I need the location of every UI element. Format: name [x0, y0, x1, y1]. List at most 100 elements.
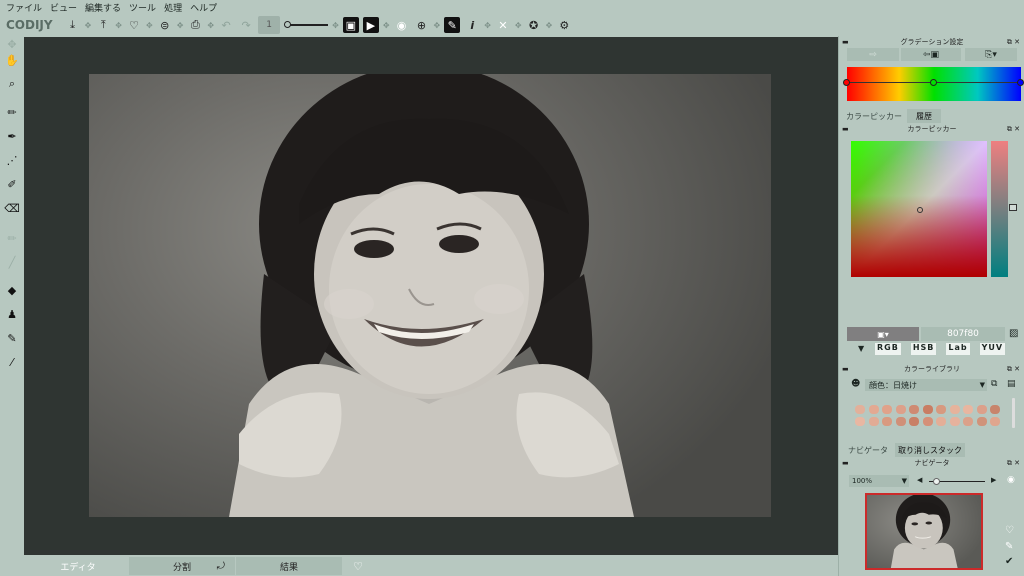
colorize-icon[interactable]: ♡ — [126, 17, 142, 33]
menu-help[interactable]: ヘルプ — [190, 1, 217, 14]
gradient-stop-blue[interactable] — [1017, 79, 1024, 86]
library-swatch[interactable] — [949, 405, 960, 414]
hand-tool-icon[interactable]: ✋ — [4, 52, 20, 68]
gradient-stop-green[interactable] — [930, 79, 937, 86]
library-list-icon[interactable]: ▤ — [1007, 379, 1016, 389]
menu-tools[interactable]: ツール — [129, 1, 156, 14]
swap-icon[interactable]: ⤾ — [217, 561, 225, 572]
gradient-add-icon[interactable]: ⇦▣ — [901, 48, 961, 61]
library-swatch[interactable] — [882, 405, 892, 414]
gradient-undo-button[interactable]: ⇨ — [847, 48, 899, 61]
disabled-line-icon[interactable]: ╱ — [4, 254, 20, 270]
color-slider-bar[interactable] — [991, 141, 1008, 277]
panel-float-close-icon[interactable]: ⧉ ✕ — [1007, 125, 1020, 134]
library-preset-select[interactable]: 顔色：日焼け ▼ — [865, 379, 987, 391]
library-swatch[interactable] — [868, 405, 879, 414]
mode-rgb-button[interactable]: RGB — [875, 343, 901, 355]
color-preview-swatch[interactable]: ▣▾ — [847, 327, 919, 341]
tab-split[interactable]: 分割 ⤾ — [129, 557, 235, 575]
library-swatch[interactable] — [990, 405, 1000, 414]
library-swatch[interactable] — [895, 405, 906, 414]
gradient-save-icon[interactable]: ⎘▾ — [965, 48, 1017, 61]
redo-icon[interactable]: ↷ — [238, 17, 254, 33]
brush-size-slider[interactable] — [284, 18, 329, 32]
zoom-slider-knob[interactable] — [933, 478, 940, 485]
color-picker-cursor[interactable] — [917, 207, 923, 213]
navigator-thumbnail[interactable] — [865, 493, 983, 570]
layers-icon[interactable]: ⊜ — [157, 17, 173, 33]
gradient-stop-red[interactable] — [843, 79, 850, 86]
panel-float-close-icon[interactable]: ⧉ ✕ — [1007, 365, 1020, 374]
menu-view[interactable]: ビュー — [50, 1, 77, 14]
edit-pencil-icon[interactable]: ✎ — [1005, 541, 1013, 552]
view-mode-icon[interactable]: ⊕ — [414, 17, 430, 33]
undo-icon[interactable]: ↶ — [218, 17, 234, 33]
zoom-select[interactable]: 100% ▼ — [849, 475, 909, 487]
tab-history[interactable]: 履歴 — [907, 109, 941, 123]
panel-float-close-icon[interactable]: ⧉ ✕ — [1007, 459, 1020, 468]
library-swatch[interactable] — [922, 405, 933, 414]
menu-process[interactable]: 処理 — [164, 1, 182, 14]
export-icon[interactable]: ⤒ — [95, 17, 111, 33]
compare-icon[interactable]: ♡ — [1005, 525, 1014, 536]
color-square[interactable] — [851, 141, 987, 277]
info-icon[interactable]: i — [464, 17, 480, 33]
library-swatch[interactable] — [855, 417, 865, 426]
hex-value-field[interactable]: 807f80 — [921, 327, 1005, 341]
library-swatch[interactable] — [990, 417, 1000, 426]
library-scrollbar[interactable] — [1012, 398, 1015, 428]
library-swatch[interactable] — [949, 417, 960, 426]
apply-check-icon[interactable]: ✔ — [1005, 556, 1013, 567]
library-swatch[interactable] — [936, 417, 946, 426]
mode-hsb-button[interactable]: HSB — [910, 343, 937, 355]
fullscreen-icon[interactable]: ✕ — [495, 17, 511, 33]
library-swatch[interactable] — [909, 417, 919, 426]
panel-float-close-icon[interactable]: ⧉ ✕ — [1007, 38, 1020, 47]
library-swatch[interactable] — [976, 417, 987, 426]
open-icon[interactable]: ⤓ — [65, 17, 81, 33]
marker-tool-icon[interactable]: ✒ — [4, 128, 20, 144]
preview-strokes-icon[interactable]: ▣ — [342, 17, 359, 33]
tab-color-picker[interactable]: カラーピッカー — [843, 109, 905, 123]
color-brush-icon[interactable]: ✎ — [4, 330, 20, 346]
pencil-mode-icon[interactable]: ✎ — [444, 17, 461, 33]
tab-navigator[interactable]: ナビゲータ — [843, 443, 893, 457]
eraser-tool-icon[interactable]: ⌫ — [4, 200, 20, 216]
image-sample-icon[interactable]: ▨ — [1009, 328, 1018, 339]
zoom-out-icon[interactable]: ◀ — [917, 476, 922, 484]
library-swatch[interactable] — [936, 405, 946, 414]
library-swatch[interactable] — [963, 405, 973, 414]
menu-file[interactable]: ファイル — [6, 1, 42, 14]
color-slider-handle[interactable] — [1009, 204, 1017, 211]
mode-yuv-button[interactable]: YUV — [979, 343, 1006, 355]
zoom-tool-icon[interactable]: ⌕ — [4, 76, 20, 92]
zoom-in-icon[interactable]: ▶ — [991, 476, 996, 484]
tab-undo-stack[interactable]: 取り消しスタック — [895, 443, 965, 457]
library-swatch[interactable] — [922, 417, 933, 426]
library-copy-icon[interactable]: ⧉ — [991, 379, 997, 389]
tab-result[interactable]: 結果 — [236, 557, 342, 575]
library-swatch[interactable] — [895, 417, 906, 426]
photo-image[interactable] — [89, 74, 771, 517]
mode-lab-button[interactable]: Lab — [946, 343, 970, 355]
eye-icon[interactable]: ◉ — [1007, 475, 1015, 485]
library-swatch[interactable] — [963, 417, 973, 426]
library-swatch[interactable] — [909, 405, 919, 414]
disabled-tool-icon[interactable]: ✏ — [4, 230, 20, 246]
library-swatch[interactable] — [882, 417, 892, 426]
image-canvas[interactable] — [24, 37, 838, 555]
menu-edit[interactable]: 編集する — [85, 1, 121, 14]
brush-tool-icon[interactable]: ⋰ — [4, 152, 20, 168]
outline-pencil-icon[interactable]: ✐ — [4, 176, 20, 192]
library-swatch[interactable] — [976, 405, 987, 414]
library-swatch[interactable] — [868, 417, 879, 426]
pencil-tool-icon[interactable]: ✏ — [4, 104, 20, 120]
eye-icon[interactable]: ◉ — [394, 17, 410, 33]
library-faces-icon[interactable]: ☻ — [851, 379, 860, 389]
library-swatch[interactable] — [855, 405, 865, 414]
star-icon[interactable]: ✪ — [526, 17, 542, 33]
settings-gear-icon[interactable]: ⚙ — [556, 17, 572, 33]
play-icon[interactable]: ▶ — [362, 17, 379, 33]
tab-editor[interactable]: エディタ — [28, 557, 128, 575]
eyedropper-icon[interactable]: ⁄ — [4, 354, 20, 370]
